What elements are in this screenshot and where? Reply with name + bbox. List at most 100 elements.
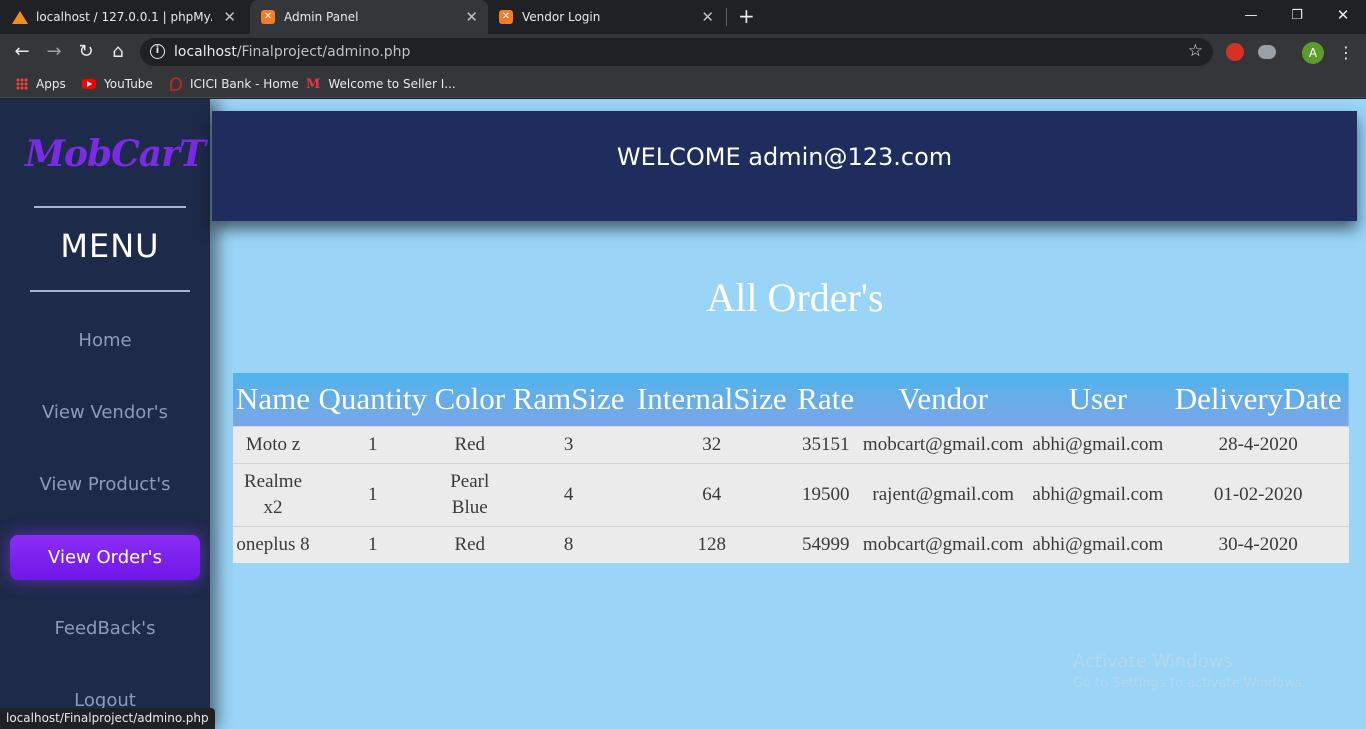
bookmark-seller[interactable]: M Welcome to Seller I... [306, 76, 456, 92]
table-cell: 54999 [793, 525, 858, 563]
sidebar-item-view-products[interactable]: View Product's [0, 474, 210, 495]
forward-icon[interactable]: → [44, 42, 64, 62]
restore-icon[interactable]: ❐ [1274, 0, 1320, 30]
bookmark-label: ICICI Bank - Home [190, 77, 299, 91]
column-header: Name [235, 381, 311, 417]
info-icon[interactable]: i [150, 44, 165, 59]
tab-title: Admin Panel [284, 10, 359, 24]
xampp-icon: ✕ [498, 9, 514, 25]
divider [34, 206, 186, 208]
table-cell: abhi@gmail.com [1028, 462, 1168, 526]
tab-phpmyadmin[interactable]: localhost / 127.0.0.1 | phpMyAdm ✕ [12, 0, 246, 34]
table-cell: Moto z [233, 425, 313, 463]
column-header: Rate [797, 381, 855, 417]
tab-strip: localhost / 127.0.0.1 | phpMyAdm ✕ ✕ Adm… [0, 0, 1366, 34]
table-cell: 19500 [793, 462, 858, 526]
table-cell: 1 [313, 462, 433, 526]
welcome-header: WELCOME admin@123.com [212, 111, 1357, 221]
column-header: DeliveryDate [1174, 381, 1342, 417]
apps-grid-icon [16, 78, 28, 90]
table-cell: 28-4-2020 [1167, 425, 1349, 463]
close-tab-icon[interactable]: ✕ [701, 9, 714, 25]
phpmyadmin-icon [12, 9, 28, 25]
bookmark-label: Apps [36, 77, 66, 91]
bookmark-youtube[interactable]: YouTube [82, 76, 153, 92]
table-cell: 35151 [793, 425, 858, 463]
bookmark-label: YouTube [104, 77, 153, 91]
bookmark-star-icon[interactable]: ☆ [1188, 41, 1203, 61]
seller-m-icon: M [306, 76, 321, 92]
profile-avatar[interactable]: A [1302, 42, 1324, 64]
close-window-icon[interactable]: ✕ [1320, 0, 1366, 30]
column-header: User [1068, 381, 1128, 417]
divider [30, 290, 190, 292]
table-row: oneplus 8 1 Red 8 128 54999 mobcart@gmai… [233, 525, 1349, 563]
table-cell: 01-02-2020 [1167, 462, 1349, 526]
bookmark-icici[interactable]: ICICI Bank - Home [170, 76, 299, 92]
extension-adblock-icon[interactable] [1226, 43, 1244, 61]
reload-icon[interactable]: ↻ [76, 42, 96, 62]
back-icon[interactable]: ← [12, 42, 32, 62]
table-cell: Red [432, 525, 508, 563]
extension-cloud-icon[interactable] [1258, 45, 1276, 59]
watermark-line2: Go to Settings to activate Windows. [1073, 676, 1306, 691]
table-cell: 30-4-2020 [1167, 525, 1349, 563]
table-cell: mobcart@gmail.com [857, 425, 1029, 463]
activate-windows-watermark: Activate Windows Go to Settings to activ… [1073, 651, 1306, 691]
sidebar-item-view-vendors[interactable]: View Vendor's [0, 402, 210, 423]
address-bar[interactable]: i localhost/Finalproject/admino.php ☆ [140, 38, 1213, 66]
sidebar: MobCarT MENU Home View Vendor's View Pro… [0, 99, 210, 729]
table-cell: 128 [630, 525, 794, 563]
new-tab-icon[interactable]: + [738, 6, 755, 26]
table-cell: 64 [630, 462, 794, 526]
table-cell: 4 [507, 462, 631, 526]
icici-icon [170, 77, 182, 91]
tab-admin-panel[interactable]: ✕ Admin Panel ✕ [250, 0, 488, 34]
column-header: Color [434, 381, 506, 417]
minimize-icon[interactable]: — [1228, 0, 1274, 30]
table-cell: abhi@gmail.com [1028, 425, 1168, 463]
table-cell: mobcart@gmail.com [857, 525, 1029, 563]
sidebar-item-view-orders[interactable]: View Order's [10, 535, 200, 580]
home-icon[interactable]: ⌂ [108, 42, 128, 62]
watermark-line1: Activate Windows [1073, 651, 1233, 672]
tab-vendor-login[interactable]: ✕ Vendor Login ✕ [490, 0, 724, 34]
column-header: Quantity [318, 381, 427, 417]
tab-separator [726, 8, 727, 26]
table-cell: abhi@gmail.com [1028, 525, 1168, 563]
column-header: InternalSize [636, 381, 787, 417]
bookmarks-bar: Apps YouTube ICICI Bank - Home M Welcome… [0, 70, 1366, 98]
table-cell: 32 [630, 425, 794, 463]
close-tab-icon[interactable]: ✕ [223, 9, 236, 25]
table-cell: 1 [313, 425, 433, 463]
sidebar-item-feedbacks[interactable]: FeedBack's [0, 618, 210, 639]
status-bar-url: localhost/Finalproject/admino.php [0, 708, 215, 729]
menu-kebab-icon[interactable]: ⋮ [1338, 42, 1354, 64]
table-cell: oneplus 8 [233, 525, 313, 563]
tab-title: localhost / 127.0.0.1 | phpMyAdm [36, 10, 212, 24]
page-content: MobCarT MENU Home View Vendor's View Pro… [0, 99, 1366, 729]
table-header-row: Name Quantity Color RamSize InternalSize… [233, 373, 1349, 426]
youtube-icon [82, 79, 96, 89]
sidebar-item-home[interactable]: Home [0, 330, 210, 351]
browser-toolbar: ← → ↻ ⌂ i localhost/Finalproject/admino.… [0, 34, 1366, 70]
menu-heading: MENU [60, 227, 160, 265]
table-row: Moto z 1 Red 3 32 35151 mobcart@gmail.co… [233, 425, 1349, 463]
table-cell: Pearl Blue [432, 462, 508, 526]
table-cell: 3 [507, 425, 631, 463]
table-cell: Red [432, 425, 508, 463]
orders-table: Name Quantity Color RamSize InternalSize… [233, 373, 1349, 563]
table-cell: rajent@gmail.com [857, 462, 1029, 526]
table-cell: 1 [313, 525, 433, 563]
page-title: All Order's [706, 275, 884, 320]
url-text[interactable]: localhost/Finalproject/admino.php [174, 44, 410, 60]
close-tab-icon[interactable]: ✕ [465, 9, 478, 25]
xampp-icon: ✕ [260, 9, 276, 25]
bookmark-label: Welcome to Seller I... [328, 77, 456, 91]
column-header: Vendor [898, 381, 988, 417]
welcome-text: WELCOME admin@123.com [616, 143, 953, 171]
bookmark-apps[interactable]: Apps [16, 76, 66, 92]
table-row: Realme x2 1 Pearl Blue 4 64 19500 rajent… [233, 462, 1349, 526]
table-cell: 8 [507, 525, 631, 563]
column-header: RamSize [512, 381, 625, 417]
